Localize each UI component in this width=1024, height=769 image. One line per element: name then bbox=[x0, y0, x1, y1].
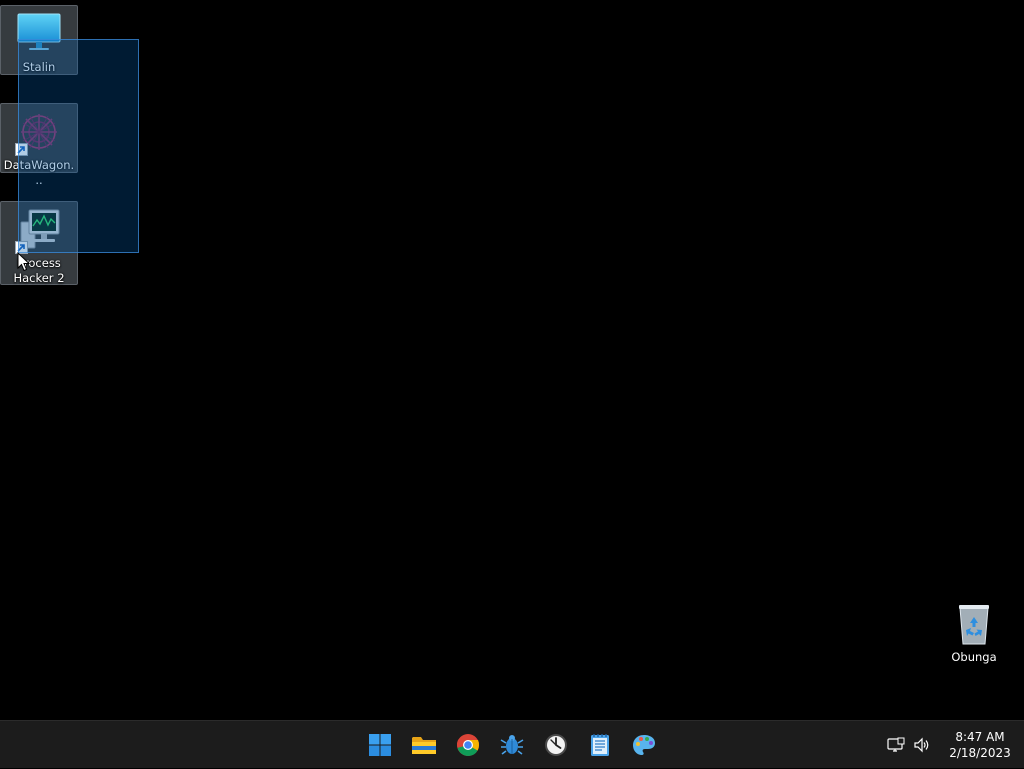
system-tray: 8:47 AM 2/18/2023 bbox=[884, 721, 1024, 769]
desktop-icon-process-hacker[interactable]: Process Hacker 2 bbox=[0, 201, 78, 285]
taskbar-paint-button[interactable] bbox=[622, 725, 666, 765]
taskbar-app-button[interactable] bbox=[490, 725, 534, 765]
desktop-icon-label: DataWagon... bbox=[3, 158, 75, 187]
taskbar-clock-button[interactable] bbox=[534, 725, 578, 765]
clock-time: 8:47 AM bbox=[955, 730, 1005, 744]
datawagon-app-icon bbox=[15, 108, 63, 156]
monitor-icon bbox=[15, 10, 63, 58]
notepad-icon bbox=[589, 733, 611, 757]
volume-icon[interactable] bbox=[910, 733, 934, 757]
clock-date: 2/18/2023 bbox=[949, 746, 1011, 760]
taskbar-clock[interactable]: 8:47 AM 2/18/2023 bbox=[942, 729, 1018, 761]
desktop-icon-label: Stalin bbox=[22, 60, 56, 74]
shortcut-arrow-icon bbox=[15, 241, 28, 254]
windows-start-icon bbox=[368, 733, 392, 757]
desktop-icon-label: Process Hacker 2 bbox=[13, 256, 65, 285]
desktop[interactable]: Stalin DataWagon... Process Hacker 2 Obu… bbox=[0, 0, 1024, 720]
network-icon[interactable] bbox=[884, 733, 908, 757]
process-hacker-icon bbox=[15, 206, 63, 254]
shortcut-arrow-icon bbox=[15, 143, 28, 156]
desktop-icon-stalin[interactable]: Stalin bbox=[0, 5, 78, 75]
taskbar-start-button[interactable] bbox=[358, 725, 402, 765]
taskbar-notepad-button[interactable] bbox=[578, 725, 622, 765]
desktop-icon-label: Obunga bbox=[951, 650, 997, 664]
taskbar: 8:47 AM 2/18/2023 bbox=[0, 720, 1024, 768]
paint-icon bbox=[632, 733, 656, 757]
desktop-icon-datawagon[interactable]: DataWagon... bbox=[0, 103, 78, 187]
chrome-icon bbox=[456, 733, 480, 757]
taskbar-chrome-button[interactable] bbox=[446, 725, 490, 765]
clock-app-icon bbox=[544, 733, 568, 757]
recycle-bin-icon bbox=[950, 600, 998, 648]
taskbar-apps bbox=[358, 721, 666, 769]
taskbar-file-explorer-button[interactable] bbox=[402, 725, 446, 765]
blue-bug-app-icon bbox=[500, 733, 524, 757]
desktop-icon-obunga[interactable]: Obunga bbox=[935, 596, 1013, 666]
folder-icon bbox=[411, 733, 437, 757]
